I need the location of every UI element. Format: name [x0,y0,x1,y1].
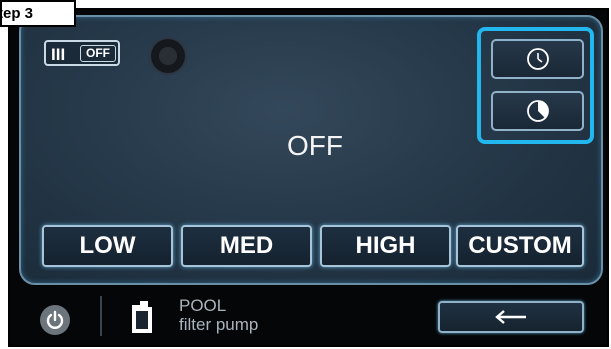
device-label: POOL filter pump [179,296,258,334]
pump-status: OFF [287,130,343,161]
footer-divider [100,296,102,336]
mode-button-custom[interactable]: CUSTOM [456,225,584,267]
power-button[interactable] [40,305,70,335]
clock-icon [526,48,549,70]
device-description: filter pump [179,315,259,334]
bars-icon: III [51,45,66,64]
power-icon [46,310,64,329]
record-icon [151,39,185,73]
mode-button-high[interactable]: HIGH [320,225,451,267]
step-label: tep 3 [0,0,76,27]
device-name: POOL [179,296,227,315]
timer-button[interactable] [491,91,584,131]
clock-button[interactable] [491,39,584,79]
pump-icon [132,301,152,333]
off-indicator: III OFF [44,40,120,66]
off-indicator-label: OFF [80,45,116,62]
mode-button-med[interactable]: MED [181,225,312,267]
mode-button-low[interactable]: LOW [42,225,173,267]
timer-icon [526,100,549,122]
timer-button-group [477,27,594,144]
arrow-left-icon [495,310,526,324]
back-button[interactable] [438,301,584,333]
